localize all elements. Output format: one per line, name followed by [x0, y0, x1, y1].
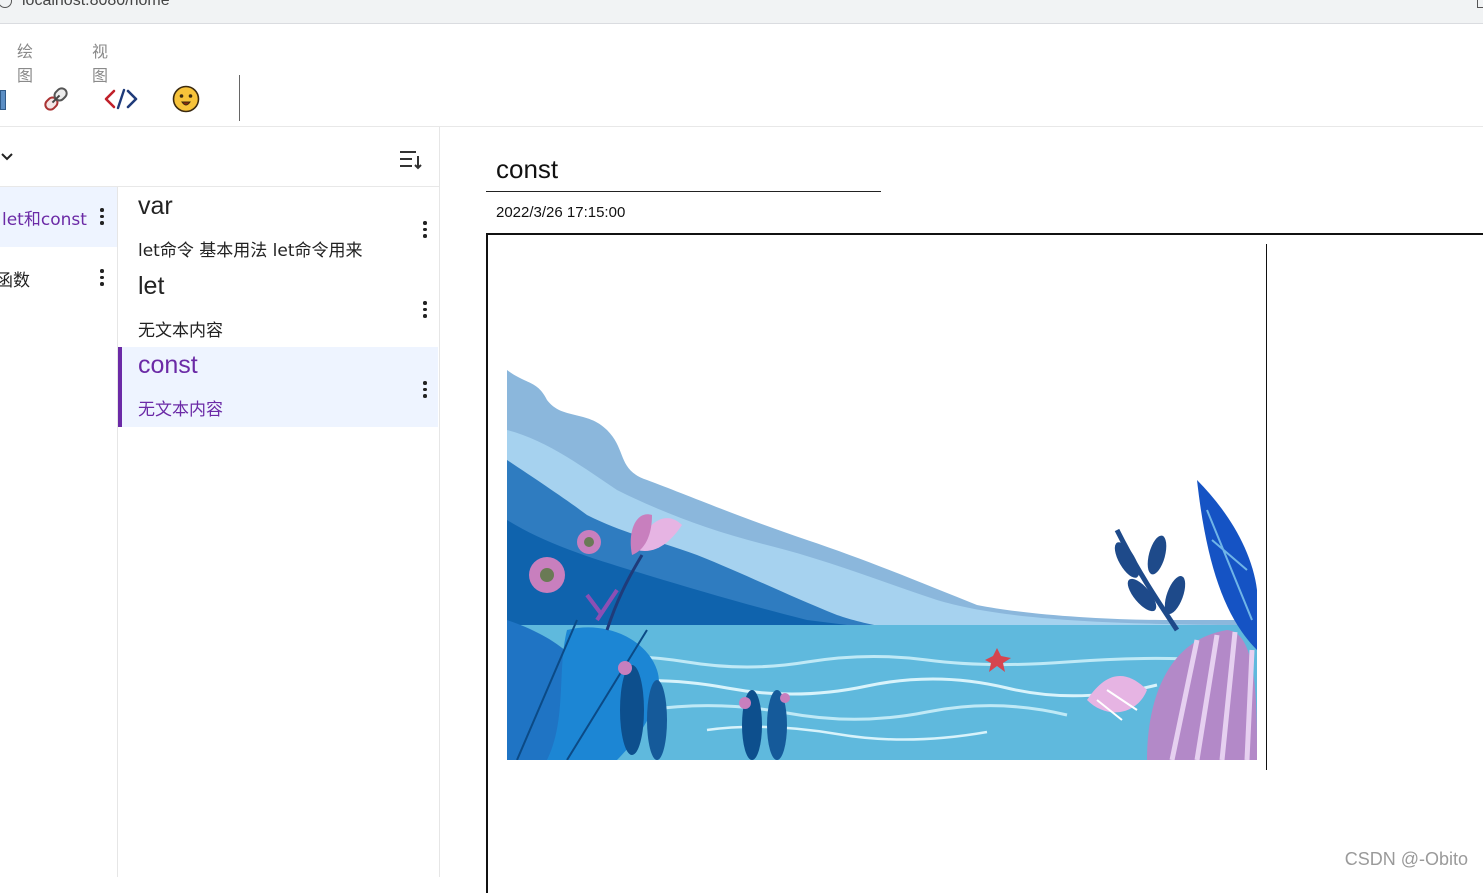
link-icon — [44, 87, 68, 111]
column-divider — [439, 127, 440, 877]
note-snippet: 无文本内容 — [138, 400, 223, 420]
note-title: let — [138, 272, 165, 300]
more-options-icon[interactable] — [99, 269, 105, 287]
note-title-input[interactable]: const — [486, 154, 881, 192]
notebook-item-let-const[interactable]: let和const — [0, 187, 117, 247]
note-title: var — [138, 192, 173, 220]
note-title: const — [138, 351, 198, 379]
notebook-item-functions[interactable]: 函数 — [0, 248, 117, 308]
text-cursor — [1266, 244, 1267, 770]
image-icon[interactable] — [0, 90, 6, 110]
address-bar[interactable]: localhost:8080/home — [0, 0, 1483, 24]
sort-icon[interactable] — [398, 149, 422, 171]
window-control-icon[interactable] — [1477, 0, 1483, 8]
notebook-label: let和const — [2, 209, 87, 230]
note-snippet: 无文本内容 — [138, 321, 223, 341]
toolbar — [0, 72, 260, 126]
code-button[interactable] — [104, 82, 138, 116]
code-icon — [104, 88, 138, 110]
notebook-label: 函数 — [0, 270, 30, 291]
url-text[interactable]: localhost:8080/home — [22, 0, 170, 10]
more-options-icon[interactable] — [422, 301, 428, 319]
list-header — [0, 127, 440, 187]
info-icon[interactable] — [0, 0, 12, 8]
note-item-let[interactable]: let 无文本内容 — [118, 268, 438, 348]
note-date: 2022/3/26 17:15:00 — [496, 204, 626, 221]
link-button[interactable] — [39, 82, 73, 116]
note-item-var[interactable]: var let命令 基本用法 let命令用来 — [118, 188, 438, 268]
emoji-button[interactable] — [169, 82, 203, 116]
emoji-icon — [172, 85, 200, 113]
more-options-icon[interactable] — [422, 381, 428, 399]
note-item-const[interactable]: const 无文本内容 — [118, 347, 438, 427]
more-options-icon[interactable] — [99, 208, 105, 226]
landscape-illustration — [507, 370, 1257, 760]
watermark: CSDN @-Obito — [1344, 849, 1468, 869]
toolbar-separator — [239, 75, 240, 121]
more-options-icon[interactable] — [422, 221, 428, 239]
chevron-down-icon[interactable] — [0, 152, 14, 162]
note-snippet: let命令 基本用法 let命令用来 — [138, 241, 363, 261]
inserted-image[interactable] — [507, 370, 1257, 760]
